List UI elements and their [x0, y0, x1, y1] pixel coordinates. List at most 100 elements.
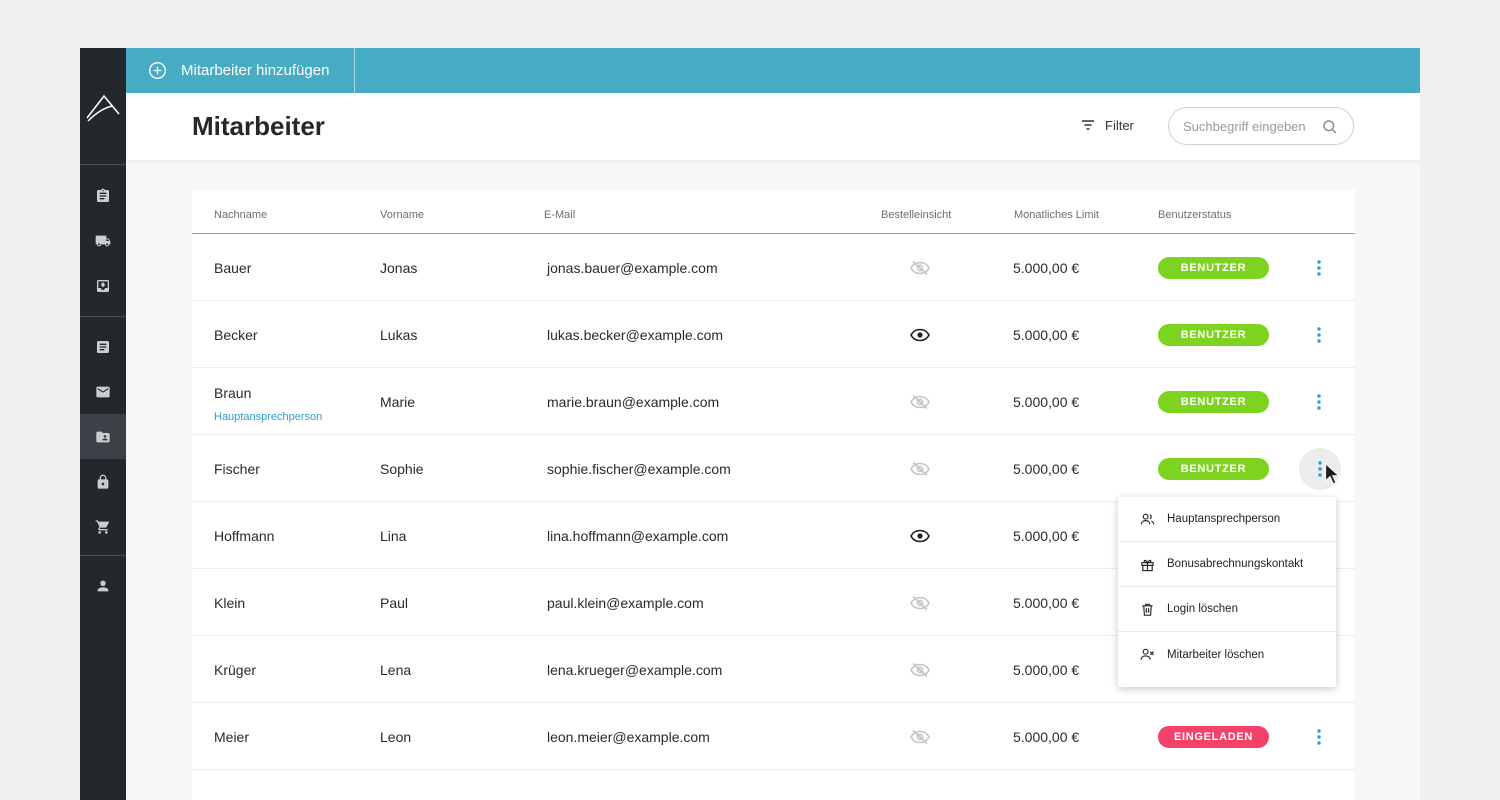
column-header-order-view[interactable]: Bestelleinsicht — [881, 209, 951, 221]
logo[interactable] — [80, 48, 126, 164]
cell-email: lena.krueger@example.com — [547, 662, 723, 678]
cell-monthly-limit: 5.000,00 € — [1013, 595, 1080, 611]
menu-item-label: Bonusabrechnungskontakt — [1167, 558, 1304, 570]
cell-email: leon.meier@example.com — [547, 729, 710, 745]
sidebar-divider — [80, 316, 126, 317]
cell-firstname: Sophie — [380, 461, 424, 477]
mouse-cursor-icon — [1324, 462, 1341, 485]
filter-icon — [1082, 120, 1094, 130]
cell-firstname: Lina — [380, 528, 407, 544]
inbox-download-icon — [97, 279, 109, 292]
eye-off-icon[interactable] — [910, 461, 930, 477]
user-remove-icon — [1140, 648, 1154, 660]
status-badge: BENUTZER — [1158, 257, 1269, 279]
eye-icon[interactable] — [910, 528, 930, 544]
more-vertical-icon — [1318, 461, 1322, 477]
table-row[interactable]: Becker Lukas lukas.becker@example.com 5.000… — [192, 301, 1355, 368]
sidebar-item-cart[interactable] — [80, 504, 126, 549]
more-vertical-icon — [1317, 729, 1321, 745]
row-actions-button[interactable] — [1305, 321, 1333, 349]
document-icon — [97, 340, 109, 353]
menu-item-main-contact[interactable]: Hauptansprechperson — [1118, 497, 1336, 542]
status-badge: BENUTZER — [1158, 391, 1269, 413]
filter-button[interactable]: Filter — [1080, 117, 1134, 133]
row-actions-button[interactable] — [1305, 388, 1333, 416]
column-header-firstname[interactable]: Vorname — [380, 209, 424, 221]
menu-item-delete-employee[interactable]: Mitarbeiter löschen — [1118, 632, 1336, 677]
table-row[interactable]: Meier Leon leon.meier@example.com 5.000,00 … — [192, 703, 1355, 770]
add-employee-button[interactable]: Mitarbeiter hinzufügen — [126, 48, 355, 93]
cell-email: sophie.fischer@example.com — [547, 461, 731, 477]
sidebar-item-inbox[interactable] — [80, 263, 126, 308]
sidebar — [80, 48, 126, 800]
column-header-email[interactable]: E-Mail — [544, 209, 575, 221]
eye-off-icon[interactable] — [910, 260, 930, 276]
menu-item-bonus-contact[interactable]: Bonusabrechnungskontakt — [1118, 542, 1336, 587]
gift-icon — [1141, 559, 1154, 571]
add-employee-label: Mitarbeiter hinzufügen — [181, 62, 330, 79]
sidebar-item-mail[interactable] — [80, 369, 126, 414]
eye-off-icon[interactable] — [910, 595, 930, 611]
sidebar-item-lock[interactable] — [80, 459, 126, 504]
cell-email: lina.hoffmann@example.com — [547, 528, 729, 544]
sidebar-item-truck[interactable] — [80, 218, 126, 263]
logo-icon — [86, 94, 120, 122]
status-badge: BENUTZER — [1158, 324, 1269, 346]
row-context-menu: Hauptansprechperson Bonusabrechnungskont… — [1118, 497, 1336, 687]
table-row[interactable]: Bauer Jonas jonas.bauer@example.com 5.000,0… — [192, 234, 1355, 301]
search-icon[interactable] — [1322, 119, 1338, 135]
cell-lastname: Hoffmann — [214, 528, 275, 544]
column-header-monthly-limit[interactable]: Monatliches Limit — [1014, 209, 1099, 221]
employee-table: Nachname Vorname E-Mail Bestelleinsicht … — [192, 190, 1355, 800]
cell-email: paul.klein@example.com — [547, 595, 704, 611]
row-actions-button[interactable] — [1305, 254, 1333, 282]
search-box — [1168, 107, 1354, 145]
menu-item-delete-login[interactable]: Login löschen — [1118, 587, 1336, 632]
filter-label: Filter — [1105, 117, 1134, 133]
cell-monthly-limit: 5.000,00 € — [1013, 662, 1080, 678]
table-row[interactable]: Fischer Sophie sophie.fischer@example.com 5… — [192, 435, 1355, 502]
cell-firstname: Lena — [380, 662, 412, 678]
cell-firstname: Paul — [380, 595, 409, 611]
cell-lastname: Bauer — [214, 260, 252, 276]
cell-monthly-limit: 5.000,00 € — [1013, 729, 1080, 745]
cell-lastname: Klein — [214, 595, 246, 611]
mail-icon — [96, 386, 110, 397]
eye-off-icon[interactable] — [910, 662, 930, 678]
cell-firstname: Jonas — [380, 260, 418, 276]
search-input[interactable] — [1183, 117, 1321, 135]
sidebar-item-profile[interactable] — [80, 563, 126, 608]
column-header-lastname[interactable]: Nachname — [214, 209, 267, 221]
eye-icon[interactable] — [910, 327, 930, 343]
plus-circle-icon — [149, 62, 166, 79]
sidebar-item-clipboard[interactable] — [80, 173, 126, 218]
eye-off-icon[interactable] — [910, 394, 930, 410]
main-contact-label: Hauptansprechperson — [214, 411, 323, 423]
cell-lastname: Braun — [214, 385, 252, 401]
cell-monthly-limit: 5.000,00 € — [1013, 394, 1080, 410]
lock-icon — [97, 474, 109, 489]
table-row[interactable]: Braun Hauptansprechperson Marie marie.braun… — [192, 368, 1355, 435]
row-actions-button[interactable] — [1305, 723, 1333, 751]
table-header: Nachname Vorname E-Mail Bestelleinsicht … — [192, 190, 1355, 234]
truck-icon — [95, 235, 111, 246]
more-vertical-icon — [1317, 394, 1321, 410]
users-icon — [1140, 513, 1155, 524]
menu-item-label: Hauptansprechperson — [1167, 513, 1281, 525]
eye-off-icon[interactable] — [910, 729, 930, 745]
menu-item-label: Mitarbeiter löschen — [1167, 648, 1265, 661]
cell-monthly-limit: 5.000,00 € — [1013, 327, 1080, 343]
sidebar-item-employees[interactable] — [80, 414, 126, 459]
user-icon — [97, 580, 109, 591]
page-header: Mitarbeiter Filter — [126, 93, 1420, 160]
cell-firstname: Lukas — [380, 327, 418, 343]
top-bar: Mitarbeiter hinzufügen — [126, 48, 1420, 93]
sidebar-item-documents[interactable] — [80, 324, 126, 369]
column-header-user-status[interactable]: Benutzerstatus — [1158, 209, 1231, 221]
sidebar-divider — [80, 555, 126, 556]
cell-email: marie.braun@example.com — [547, 394, 720, 410]
cell-firstname: Leon — [380, 729, 412, 745]
cart-icon — [95, 519, 109, 534]
cell-lastname: Fischer — [214, 461, 260, 477]
sidebar-divider — [80, 164, 126, 165]
